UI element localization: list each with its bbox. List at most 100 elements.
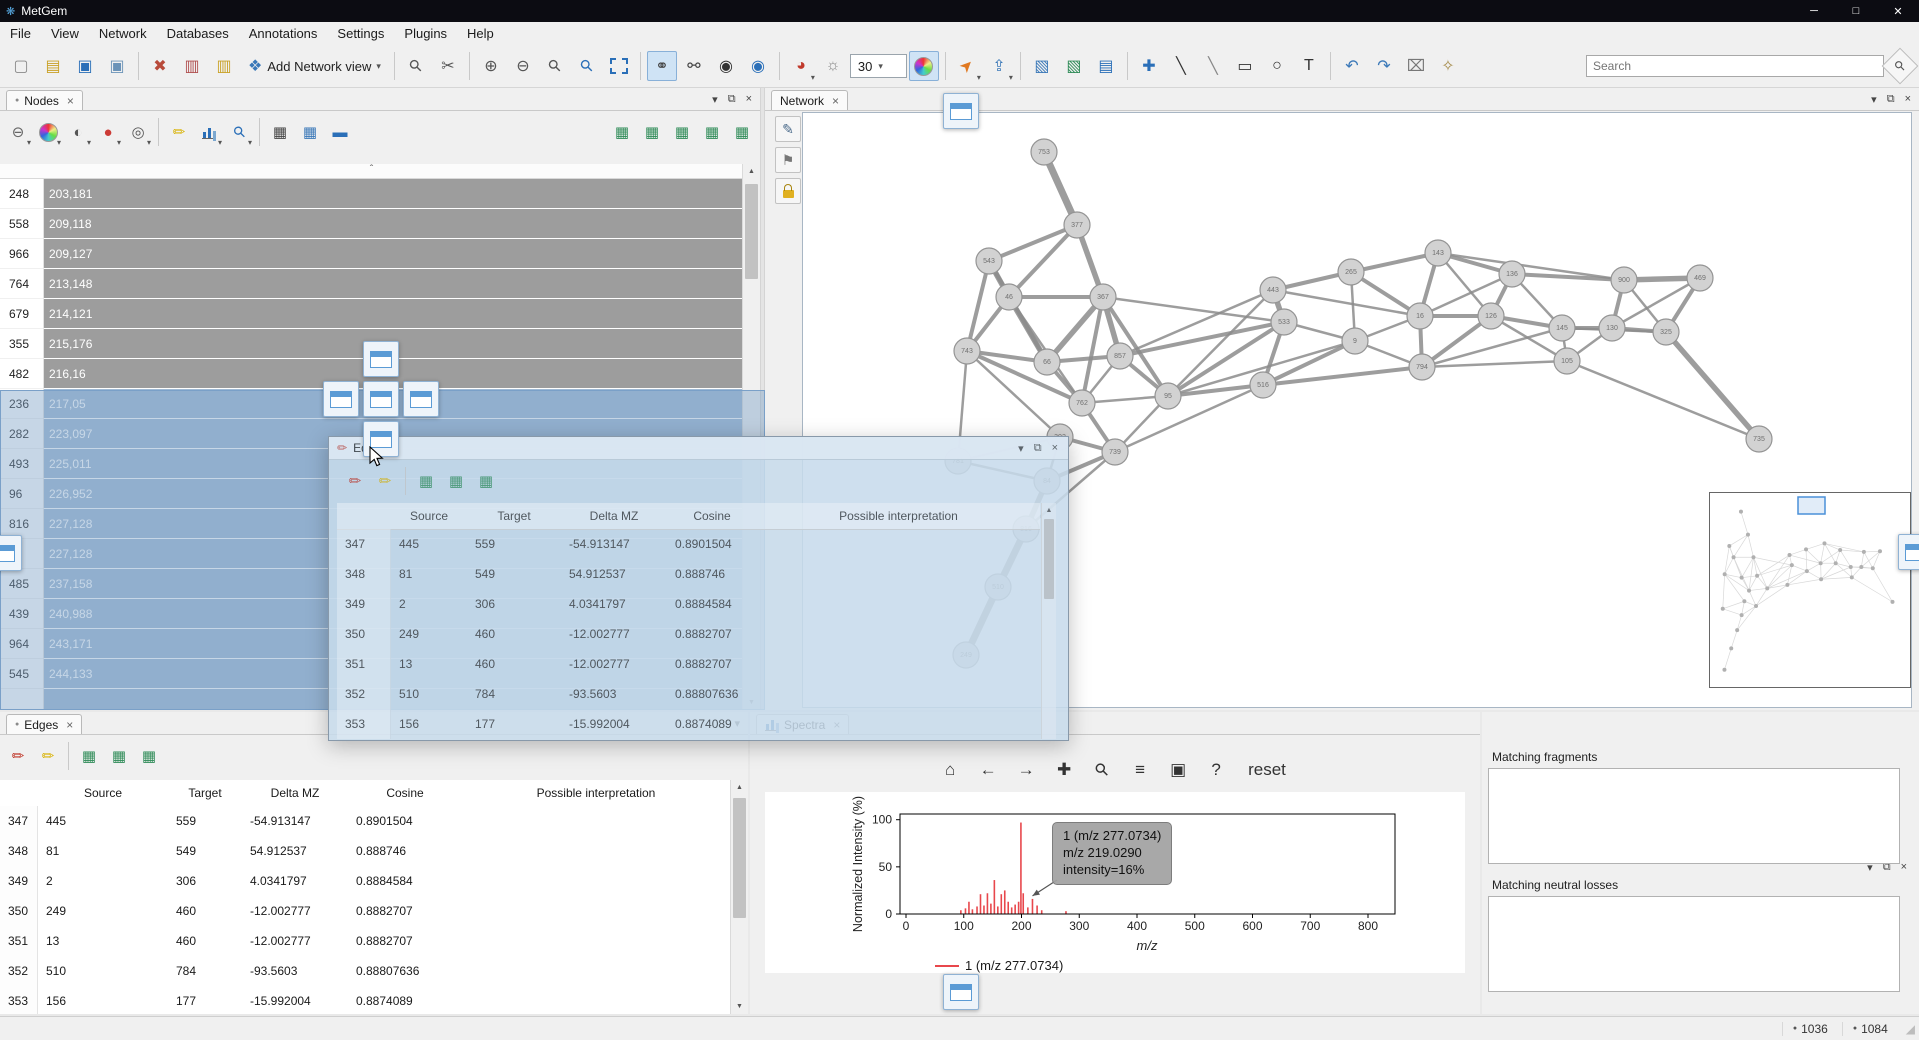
edges-table-row[interactable]: 353156177-15.9920040.8874089 (0, 986, 730, 1014)
edges-table-row[interactable]: 3488154954.9125370.888746 (0, 836, 730, 866)
full-screen-button[interactable] (604, 51, 634, 81)
paste-metadata-button[interactable]: ▥ (209, 51, 239, 81)
column-header-source[interactable]: Source (38, 786, 168, 800)
search-button[interactable]: ⚲ (1882, 48, 1919, 85)
nodes-dock-float-button[interactable]: ⧉ (728, 93, 736, 106)
open-project-button[interactable]: ▤ (38, 51, 68, 81)
show-items-button[interactable]: ◉ (743, 51, 773, 81)
column-header-delta-mz[interactable]: Delta MZ (242, 786, 348, 800)
link-all-views-button[interactable]: ⚯ (679, 51, 709, 81)
delete-items-button[interactable]: ⌧ (1401, 51, 1431, 81)
edges-scrollbar[interactable]: ▲ ▼ (730, 780, 748, 1014)
nodes-table-row[interactable]: 966209,127 (0, 239, 743, 269)
node-size-combobox[interactable]: 30▾ (850, 54, 907, 78)
floating-panel-close-button[interactable]: × (1052, 442, 1058, 454)
edges-table-row[interactable]: 350249460-12.0027770.8882707 (337, 619, 1040, 649)
nodes-dock-menu-button[interactable]: ▾ (712, 93, 718, 106)
edit-annotations-button[interactable]: ✎ (775, 116, 801, 142)
highlight-yellow-button[interactable]: ✏ (371, 467, 399, 495)
menu-annotations[interactable]: Annotations (239, 24, 328, 43)
dock-target-right-indicator[interactable] (403, 381, 439, 417)
maximize-button[interactable]: □ (1835, 0, 1877, 22)
menu-view[interactable]: View (41, 24, 89, 43)
home-view-button[interactable]: ⌂ (935, 755, 965, 785)
edges-table-row[interactable]: 35113460-12.0027770.8882707 (337, 649, 1040, 679)
highlight-mapping-button[interactable]: ◐▾ (64, 118, 92, 146)
link-selection-button[interactable]: ⚭ (647, 51, 677, 81)
highlight-red-button[interactable]: ✏ (4, 742, 32, 770)
menu-plugins[interactable]: Plugins (394, 24, 457, 43)
menu-file[interactable]: File (0, 24, 41, 43)
redo-button[interactable]: ↷ (1369, 51, 1399, 81)
dock-edge-left-indicator[interactable] (0, 535, 22, 571)
column-header-target[interactable]: Target (467, 509, 561, 523)
matching-dock-close-button[interactable]: × (1901, 861, 1907, 873)
hide-items-button[interactable]: ◉ (711, 51, 741, 81)
menu-settings[interactable]: Settings (327, 24, 394, 43)
find-button[interactable]: ⚲ (401, 51, 431, 81)
column-header-possible-interpretation[interactable]: Possible interpretation (757, 509, 1040, 523)
remove-filter-button[interactable]: ⊖▾ (4, 118, 32, 146)
size-mapping-button[interactable]: ▾ (195, 118, 223, 146)
scroll-up-icon[interactable]: ▲ (731, 780, 748, 795)
table-restore-layout-button[interactable]: ▦ (412, 467, 440, 495)
edges-table-row[interactable]: 34923064.03417970.8884584 (337, 589, 1040, 619)
tab-edges-close-icon[interactable]: × (66, 718, 73, 732)
color-mapping-button[interactable]: ▾ (34, 118, 62, 146)
network-dock-close-button[interactable]: × (1905, 93, 1911, 105)
pie-charts-visibility-button[interactable]: ◕▾ (786, 51, 816, 81)
floating-panel-titlebar[interactable]: ✏ Edges ▾ ⧉ × (329, 437, 1068, 460)
scroll-down-icon[interactable]: ▼ (731, 999, 748, 1014)
column-header-target[interactable]: Target (168, 786, 242, 800)
table-save-layout-button[interactable]: ▦ (105, 742, 133, 770)
cut-selection-button[interactable]: ✂ (433, 51, 463, 81)
copy-metadata-button[interactable]: ▥ (177, 51, 207, 81)
add-network-view-button[interactable]: ❖Add Network view▾ (241, 51, 388, 81)
matching-neutral-losses-box[interactable] (1488, 896, 1900, 992)
zoom-region-button[interactable]: ⚲ (540, 51, 570, 81)
find-in-table-button[interactable]: ⚲▾ (225, 118, 253, 146)
tab-nodes-close-icon[interactable]: × (67, 94, 74, 108)
highlight-yellow-button[interactable]: ✏ (34, 742, 62, 770)
column-header-possible-interpretation[interactable]: Possible interpretation (462, 786, 730, 800)
edges-table-row[interactable]: 347445559-54.9131470.8901504 (0, 806, 730, 836)
export-metadata-button[interactable]: ⇪▾ (984, 51, 1014, 81)
nodes-table-row[interactable]: 679214,121 (0, 299, 743, 329)
group-mapping-import-button[interactable]: ▧ (1027, 51, 1057, 81)
tab-network-close-icon[interactable]: × (832, 94, 839, 108)
configure-plot-button[interactable]: ≡ (1125, 755, 1155, 785)
table-restore-layout-button[interactable]: ▦ (75, 742, 103, 770)
dock-edge-right-indicator[interactable] (1898, 534, 1919, 570)
edges-table-row[interactable]: 3488154954.9125370.888746 (337, 559, 1040, 589)
hide-selected-rows-button[interactable]: ▬ (326, 118, 354, 146)
view-databases-button[interactable]: ▤ (1091, 51, 1121, 81)
network-dock-float-button[interactable]: ⧉ (1887, 93, 1895, 106)
draw-text-button[interactable]: T (1294, 51, 1324, 81)
clean-project-button[interactable]: ✧ (1433, 51, 1463, 81)
dock-edge-bottom-indicator[interactable] (943, 974, 979, 1010)
help-button[interactable]: ? (1201, 755, 1231, 785)
color-settings-button[interactable] (909, 51, 939, 81)
table-options-button[interactable]: ▦ (472, 467, 500, 495)
label-highlight-button[interactable]: ✏ (165, 118, 193, 146)
table-fit-rows-button[interactable]: ▦ (668, 118, 696, 146)
tab-edges[interactable]: ● Edges × (6, 714, 82, 734)
menu-help[interactable]: Help (457, 24, 504, 43)
edges-table-row[interactable]: 34923064.03417970.8884584 (0, 866, 730, 896)
dock-target-left-indicator[interactable] (323, 381, 359, 417)
nodes-table-row[interactable]: 248203,181 (0, 179, 743, 209)
minimap-viewport[interactable] (1798, 497, 1825, 514)
column-header-cosine[interactable]: Cosine (348, 786, 462, 800)
draw-arrow-button[interactable]: ╲ (1198, 51, 1228, 81)
nodes-dock-close-button[interactable]: × (746, 93, 752, 105)
nodes-table-row[interactable]: 764213,148 (0, 269, 743, 299)
table-options-button[interactable]: ▦ (728, 118, 756, 146)
edges-table-row[interactable]: 352510784-93.56030.88807636 (0, 956, 730, 986)
table-save-layout-button[interactable]: ▦ (442, 467, 470, 495)
table-view-colored-button[interactable]: ▦ (296, 118, 324, 146)
edges-table-row[interactable]: 35113460-12.0027770.8882707 (0, 926, 730, 956)
close-button[interactable]: ✕ (1877, 0, 1919, 22)
save-figure-button[interactable]: ▣ (1163, 755, 1193, 785)
draw-line-button[interactable]: ╲ (1166, 51, 1196, 81)
tab-nodes[interactable]: ● Nodes × (6, 90, 83, 110)
